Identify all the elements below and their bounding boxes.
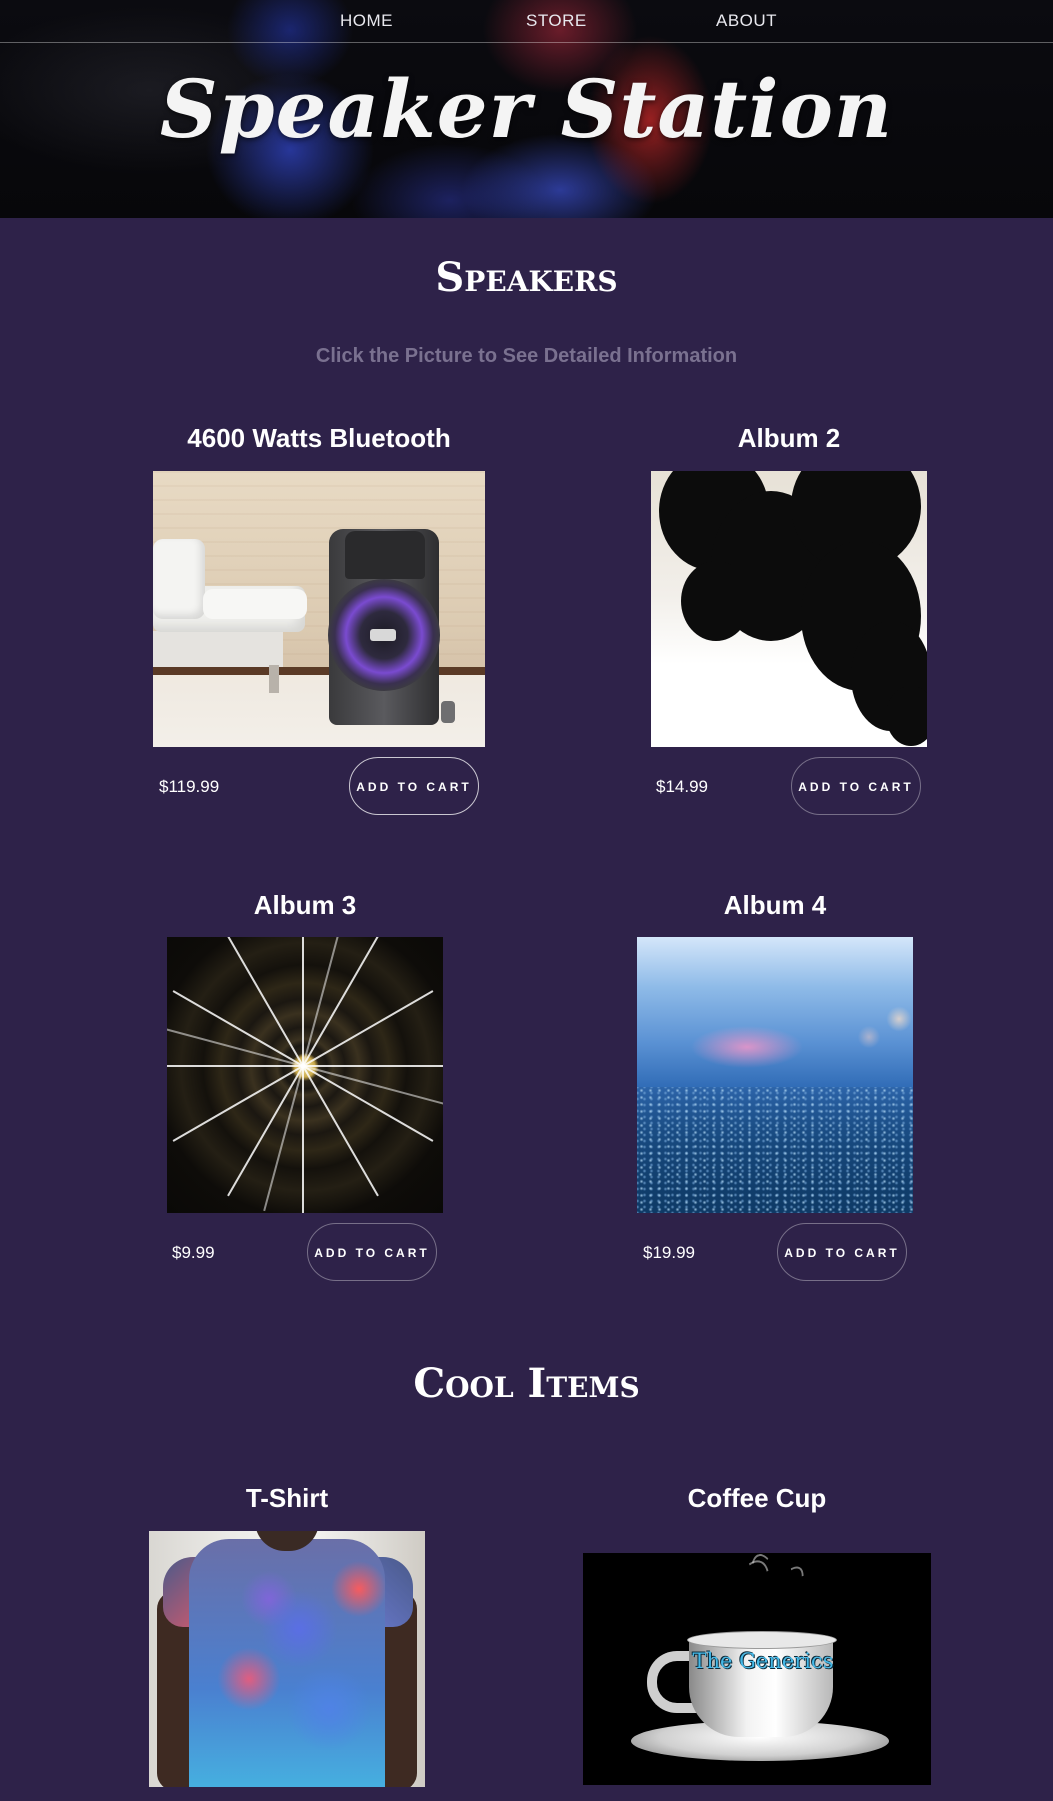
add-to-cart-button[interactable]: ADD TO CART (791, 757, 921, 815)
light-ray (303, 1065, 443, 1067)
add-to-cart-button[interactable]: ADD TO CART (349, 757, 479, 815)
nav-store[interactable]: STORE (526, 11, 587, 31)
nav-home[interactable]: HOME (340, 11, 393, 31)
light-ray (302, 1065, 379, 1197)
product-title: Album 3 (253, 890, 357, 920)
speaker-logo-shape (370, 629, 396, 641)
ink-blob (681, 561, 751, 641)
cup-brand-text: The Generics (692, 1649, 834, 1673)
product-image-album-3[interactable] (167, 937, 443, 1213)
light-ray (167, 1065, 303, 1067)
product-image-album-4[interactable] (637, 937, 913, 1213)
nav-about[interactable]: ABOUT (716, 11, 777, 31)
light-ray (302, 937, 379, 1067)
light-ray (302, 1066, 304, 1213)
product-title: Coffee Cup (687, 1483, 827, 1513)
light-ray (302, 1065, 434, 1142)
section-heading-cool-items: Cool Items (413, 1360, 640, 1407)
ink-blob (886, 686, 927, 746)
product-price: $9.99 (172, 1243, 215, 1262)
top-nav: HOME STORE ABOUT (0, 0, 1053, 43)
light-ray (263, 1065, 304, 1212)
product-price: $119.99 (159, 777, 220, 796)
sofa-leg-shape (269, 665, 279, 693)
add-to-cart-button[interactable]: ADD TO CART (307, 1223, 437, 1281)
speaker-wheel-shape (441, 701, 455, 723)
product-title: Album 2 (737, 423, 841, 453)
speaker-horn-shape (345, 531, 425, 579)
product-image-album-2[interactable] (651, 471, 927, 747)
shirt-shape (189, 1539, 385, 1787)
hero-banner: HOME STORE ABOUT Speaker Station (0, 0, 1053, 218)
product-title: T-Shirt (245, 1483, 329, 1513)
section-subtitle: Click the Picture to See Detailed Inform… (315, 345, 738, 367)
gravel-ground (637, 1087, 913, 1213)
product-title: Album 4 (723, 890, 827, 920)
product-title: 4600 Watts Bluetooth (187, 423, 451, 453)
product-image-speaker[interactable] (153, 471, 485, 747)
cup-rim-shape (687, 1631, 837, 1649)
product-image-coffee-cup[interactable]: The Generics (583, 1553, 931, 1785)
site-title: Speaker Station (159, 62, 894, 156)
sofa-shape (153, 631, 283, 667)
light-ray (302, 937, 304, 1066)
sofa-back-shape (153, 539, 205, 619)
add-to-cart-button[interactable]: ADD TO CART (777, 1223, 907, 1281)
product-image-tshirt[interactable] (149, 1531, 425, 1787)
product-price: $19.99 (643, 1243, 695, 1262)
product-price: $14.99 (656, 777, 708, 796)
sofa-arm-shape (203, 589, 307, 619)
light-ray (172, 990, 304, 1067)
section-heading-speakers: Speakers (435, 254, 618, 301)
